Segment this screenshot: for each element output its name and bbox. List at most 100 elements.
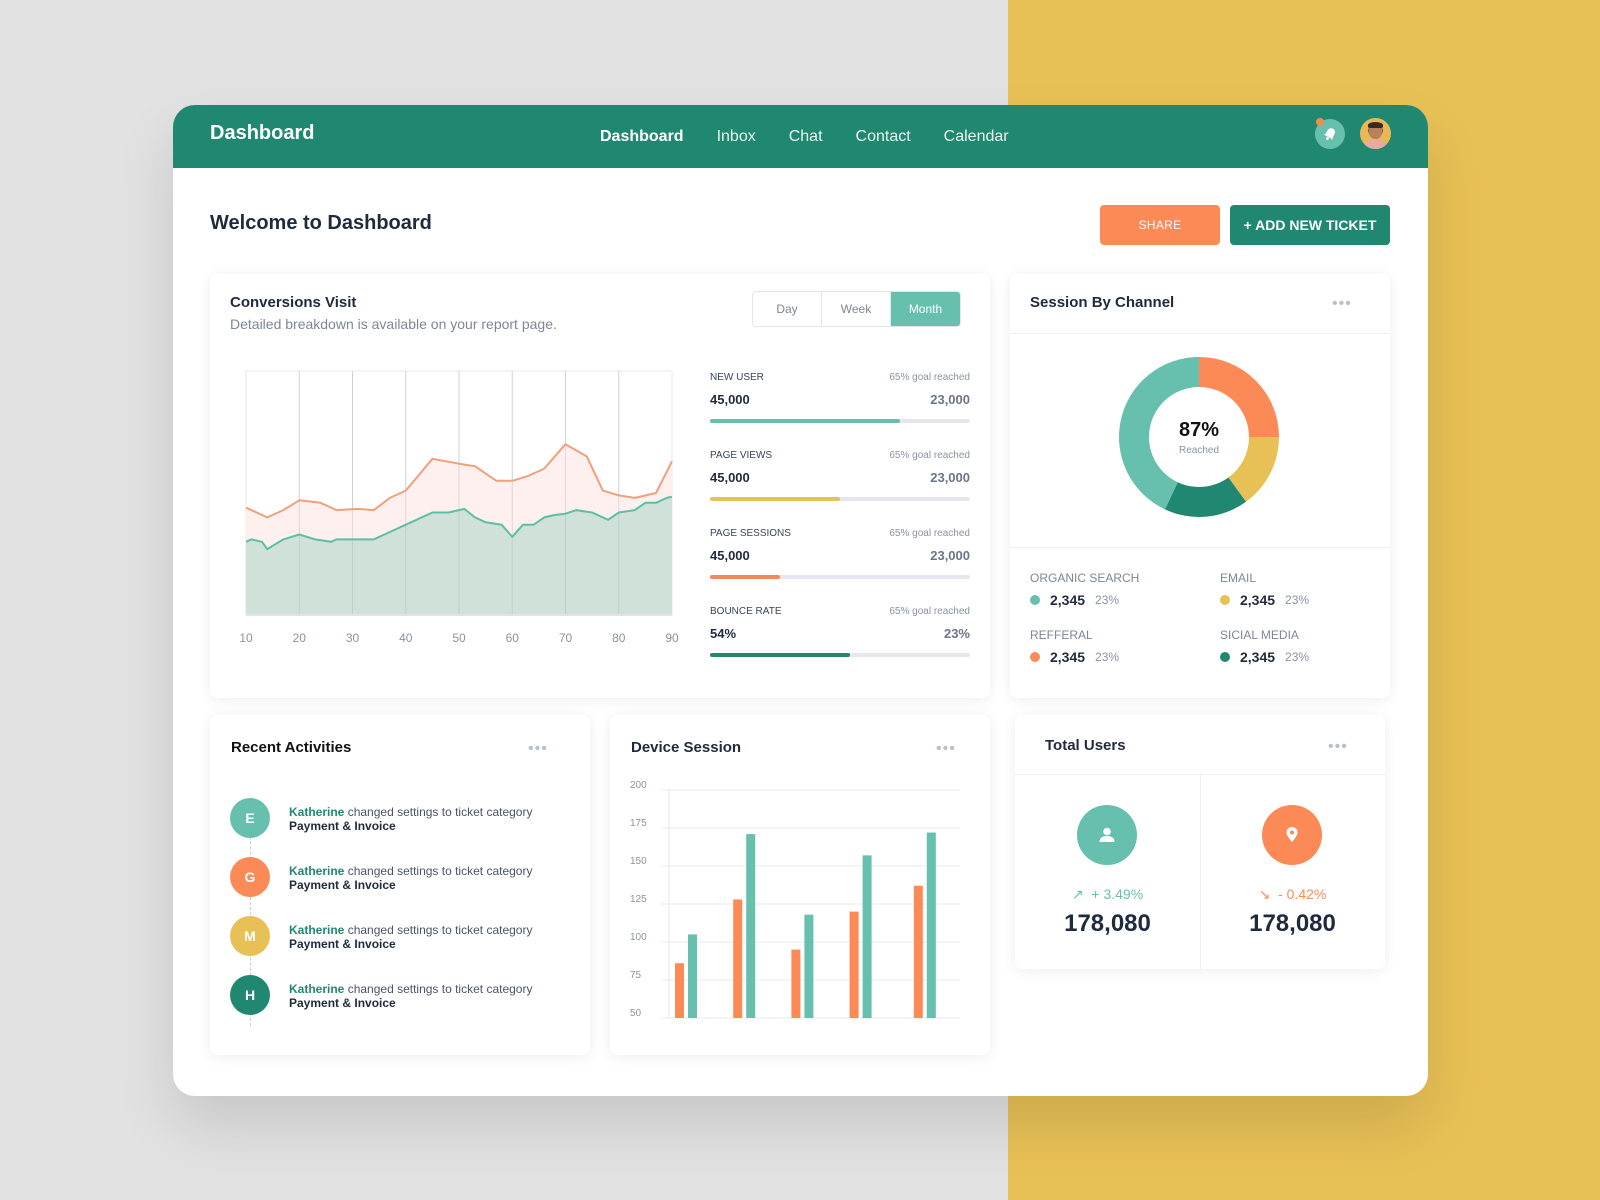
more-options-icon[interactable]: ••• bbox=[528, 741, 548, 757]
avatar-shirt bbox=[1365, 140, 1386, 149]
recent-activities-card: Recent Activities ••• E Katherine change… bbox=[210, 715, 590, 1055]
brand-title: Dashboard bbox=[210, 122, 315, 144]
nav-calendar[interactable]: Calendar bbox=[944, 128, 1009, 146]
more-options-icon[interactable]: ••• bbox=[936, 741, 956, 757]
bar-series-orange bbox=[675, 963, 684, 1018]
metric-value: 45,000 bbox=[710, 548, 750, 563]
channel-refferal: REFFERAL 2,345 23% bbox=[1030, 628, 1210, 668]
user-avatar[interactable] bbox=[1360, 118, 1391, 149]
y-tick-label: 150 bbox=[630, 856, 647, 867]
total-users-title: Total Users bbox=[1045, 737, 1126, 754]
channel-dot bbox=[1030, 595, 1040, 605]
nav-dashboard[interactable]: Dashboard bbox=[600, 128, 684, 146]
bar-series-orange bbox=[733, 899, 743, 1018]
y-tick-label: 200 bbox=[630, 780, 647, 791]
channel-name: ORGANIC SEARCH bbox=[1030, 571, 1140, 585]
metric-progress-fill bbox=[710, 653, 851, 657]
metric-goal: 65% goal reached bbox=[889, 528, 970, 539]
channel-value: 2,345 bbox=[1240, 649, 1276, 665]
total-users-card: Total Users ••• ↗ + 3.49% 178,080 ↘ - 0.… bbox=[1015, 715, 1385, 969]
nav-chat[interactable]: Chat bbox=[789, 128, 823, 146]
bar-series-orange bbox=[849, 911, 859, 1018]
metric-target: 23,000 bbox=[930, 470, 970, 485]
range-month[interactable]: Month bbox=[891, 292, 960, 326]
metrics-list: NEW USER 65% goal reached 45,000 23,000 … bbox=[710, 372, 970, 684]
metric-new-user: NEW USER 65% goal reached 45,000 23,000 bbox=[710, 372, 970, 450]
activity-action: changed settings to ticket category bbox=[344, 923, 533, 937]
stat-icon-circle bbox=[1077, 805, 1137, 865]
metric-progress-fill bbox=[710, 419, 900, 423]
channel-organic-search: ORGANIC SEARCH 2,345 23% bbox=[1030, 571, 1210, 611]
recent-title: Recent Activities bbox=[231, 739, 352, 756]
notification-badge bbox=[1316, 118, 1324, 126]
activity-avatar: G bbox=[230, 857, 270, 897]
activity-item[interactable]: M Katherine changed settings to ticket c… bbox=[230, 916, 570, 958]
metric-goal: 65% goal reached bbox=[889, 372, 970, 383]
x-tick-label: 40 bbox=[399, 631, 413, 645]
activity-text: Katherine changed settings to ticket cat… bbox=[289, 805, 532, 833]
location-pin-icon bbox=[1286, 827, 1298, 842]
activity-user[interactable]: Katherine bbox=[289, 982, 344, 996]
activity-category: Payment & Invoice bbox=[289, 878, 396, 892]
channel-dot bbox=[1220, 595, 1230, 605]
main-nav: Dashboard Inbox Chat Contact Calendar bbox=[600, 105, 1042, 168]
activity-user[interactable]: Katherine bbox=[289, 864, 344, 878]
stat-users: ↗ + 3.49% 178,080 bbox=[1015, 775, 1200, 969]
donut-center-value: 87% bbox=[1178, 418, 1220, 441]
y-tick-label: 75 bbox=[630, 970, 642, 981]
nav-inbox[interactable]: Inbox bbox=[717, 128, 756, 146]
activity-user[interactable]: Katherine bbox=[289, 805, 344, 819]
user-icon bbox=[1099, 827, 1115, 842]
stat-change-value: - 0.42% bbox=[1278, 886, 1327, 902]
activity-category: Payment & Invoice bbox=[289, 937, 396, 951]
x-tick-label: 90 bbox=[665, 631, 679, 645]
more-options-icon[interactable]: ••• bbox=[1332, 296, 1352, 312]
donut-center-caption: Reached bbox=[1178, 444, 1220, 456]
session-by-channel-card: Session By Channel ••• 87% Reached ORGAN… bbox=[1010, 274, 1390, 698]
channel-value: 2,345 bbox=[1240, 592, 1276, 608]
bar-series-teal bbox=[804, 914, 814, 1018]
channel-email: EMAIL 2,345 23% bbox=[1220, 571, 1400, 611]
x-tick-label: 50 bbox=[452, 631, 466, 645]
channel-dot bbox=[1220, 652, 1230, 662]
channel-percent: 23% bbox=[1095, 650, 1120, 664]
x-tick-label: 20 bbox=[293, 631, 307, 645]
channel-value: 2,345 bbox=[1050, 649, 1086, 665]
range-week[interactable]: Week bbox=[822, 292, 891, 326]
activity-item[interactable]: G Katherine changed settings to ticket c… bbox=[230, 857, 570, 899]
stat-change: ↘ - 0.42% bbox=[1200, 886, 1385, 903]
channel-value: 2,345 bbox=[1050, 592, 1086, 608]
metric-progress-track bbox=[710, 575, 970, 579]
activity-user[interactable]: Katherine bbox=[289, 923, 344, 937]
metric-progress-fill bbox=[710, 575, 781, 579]
channel-name: SICIAL MEDIA bbox=[1220, 628, 1299, 642]
activity-text: Katherine changed settings to ticket cat… bbox=[289, 923, 532, 951]
stat-change: ↗ + 3.49% bbox=[1015, 886, 1200, 903]
x-tick-label: 60 bbox=[506, 631, 520, 645]
range-day[interactable]: Day bbox=[753, 292, 822, 326]
more-options-icon[interactable]: ••• bbox=[1328, 739, 1348, 755]
channel-name: EMAIL bbox=[1220, 571, 1257, 585]
share-button[interactable]: SHARE bbox=[1100, 205, 1220, 245]
activity-item[interactable]: H Katherine changed settings to ticket c… bbox=[230, 975, 570, 1017]
metric-progress-track bbox=[710, 653, 970, 657]
metric-target: 23,000 bbox=[930, 548, 970, 563]
add-new-ticket-button[interactable]: + ADD NEW TICKET bbox=[1230, 205, 1390, 245]
x-tick-label: 30 bbox=[346, 631, 360, 645]
metric-label: BOUNCE RATE bbox=[710, 606, 782, 617]
bar-series-teal bbox=[688, 934, 697, 1018]
device-title: Device Session bbox=[631, 739, 742, 756]
y-tick-label: 100 bbox=[630, 932, 647, 943]
bell-icon bbox=[1323, 128, 1335, 140]
activity-item[interactable]: E Katherine changed settings to ticket c… bbox=[230, 798, 570, 840]
metric-label: PAGE SESSIONS bbox=[710, 528, 791, 539]
metric-value: 45,000 bbox=[710, 392, 750, 407]
bar-series-teal bbox=[862, 855, 872, 1018]
activity-action: changed settings to ticket category bbox=[344, 982, 533, 996]
activity-action: changed settings to ticket category bbox=[344, 805, 533, 819]
nav-contact[interactable]: Contact bbox=[856, 128, 911, 146]
y-tick-label: 175 bbox=[630, 818, 647, 829]
metric-target: 23,000 bbox=[930, 392, 970, 407]
y-tick-label: 50 bbox=[630, 1008, 642, 1019]
channel-dot bbox=[1030, 652, 1040, 662]
